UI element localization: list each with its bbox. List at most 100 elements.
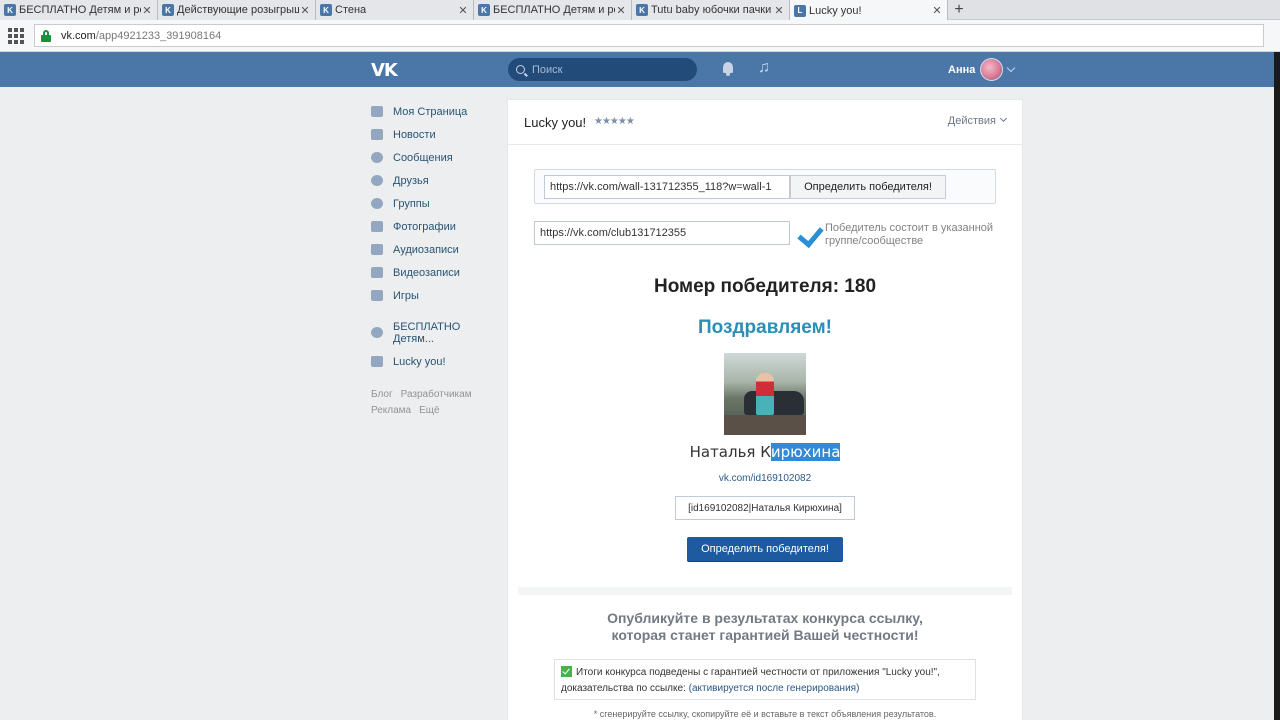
avatar[interactable]: [980, 58, 1003, 81]
menu-item-audio[interactable]: Аудиозаписи: [371, 238, 501, 261]
winner-photo[interactable]: [724, 353, 806, 435]
group-url-input[interactable]: https://vk.com/club131712355: [534, 221, 790, 245]
menu-item-photos[interactable]: Фотографии: [371, 215, 501, 238]
menu-item-label: БЕСПЛАТНО Детям...: [393, 320, 461, 345]
window-edge: [1274, 52, 1280, 720]
search-icon: [516, 65, 525, 74]
publish-line: Опубликуйте в результатах конкурса ссылк…: [607, 610, 923, 626]
winner-name-selected: ирюхина: [770, 443, 841, 461]
footer-link-blog[interactable]: Блог: [371, 389, 393, 400]
tab-title: Tutu baby юбочки пачки: [651, 4, 772, 16]
menu-item-games[interactable]: Игры: [371, 284, 501, 307]
vk-favicon-icon: K: [162, 4, 174, 16]
url-input[interactable]: vk.com/app4921233_391908164: [34, 24, 1264, 47]
winner-name-plain: Наталья К: [689, 443, 771, 461]
hint-text: * сгенерируйте ссылку, скопируйте её и в…: [593, 709, 937, 719]
post-url-input[interactable]: https://vk.com/wall-131712355_118?w=wall…: [544, 175, 790, 199]
section-divider: [518, 587, 1012, 595]
tab-close-icon[interactable]: ✕: [457, 4, 469, 17]
vk-favicon-icon: K: [4, 4, 16, 16]
menu-item-label: Фотографии: [393, 220, 456, 233]
checkmark-icon[interactable]: [798, 223, 822, 245]
app-grid-icon: [371, 356, 383, 367]
tab-title: Стена: [335, 4, 367, 16]
footer-link-more[interactable]: Ещё: [419, 405, 439, 416]
new-tab-button[interactable]: +: [948, 0, 970, 20]
groups-icon: [371, 198, 383, 209]
group-icon: [371, 327, 383, 338]
address-bar: vk.com/app4921233_391908164: [0, 20, 1280, 52]
winner-number: Номер победителя: 180: [653, 276, 877, 297]
left-menu: Моя Страница Новости Сообщения Друзья Гр…: [371, 100, 501, 419]
tab-close-icon[interactable]: ✕: [141, 4, 153, 17]
gamepad-icon: [371, 290, 383, 301]
congrats-heading: Поздравляем!: [698, 317, 832, 338]
app-card: Lucky you! ★★★★★ Действия https://vk.com…: [508, 100, 1022, 720]
music-note-icon: [371, 244, 383, 255]
tab-title: БЕСПЛАТНО Детям и род: [493, 4, 615, 16]
footer-link-ads[interactable]: Реклама: [371, 405, 411, 416]
app-title: Lucky you!: [524, 115, 587, 130]
menu-item-group[interactable]: БЕСПЛАТНО Детям...: [371, 320, 501, 345]
tab-title: Действующие розыгрыш: [177, 4, 299, 16]
browser-tab-bar: K БЕСПЛАТНО Детям и род ✕ K Действующие роз…: [0, 0, 1280, 21]
determine-winner-button[interactable]: Определить победителя!: [790, 175, 946, 199]
menu-item-my-page[interactable]: Моя Страница: [371, 100, 501, 123]
winner-profile-link[interactable]: vk.com/id169102082: [508, 473, 1022, 484]
browser-tab[interactable]: K Действующие розыгрыш ✕: [158, 0, 316, 20]
vk-favicon-icon: K: [636, 4, 648, 16]
menu-item-label: Моя Страница: [393, 105, 468, 118]
tab-close-icon[interactable]: ✕: [615, 4, 627, 17]
menu-item-label: Сообщения: [393, 151, 453, 164]
user-name[interactable]: Анна: [948, 64, 975, 76]
friends-icon: [371, 175, 383, 186]
menu-item-label: Новости: [393, 128, 436, 141]
vk-favicon-icon: K: [478, 4, 490, 16]
actions-menu-button[interactable]: Действия: [948, 115, 1006, 127]
menu-item-video[interactable]: Видеозаписи: [371, 261, 501, 284]
group-member-check-label[interactable]: Победитель состоит в указанной группе/со…: [825, 222, 995, 248]
url-host: vk.com: [61, 29, 96, 42]
menu-item-groups[interactable]: Группы: [371, 192, 501, 215]
publish-heading: Опубликуйте в результатах конкурса ссылк…: [508, 610, 1022, 644]
browser-tab[interactable]: K БЕСПЛАТНО Детям и род ✕: [474, 0, 632, 20]
news-icon: [371, 129, 383, 140]
tab-close-icon[interactable]: ✕: [931, 4, 943, 17]
menu-item-label: Lucky you!: [393, 355, 446, 368]
menu-item-app[interactable]: Lucky you!: [371, 350, 501, 373]
vk-logo[interactable]: VK: [371, 60, 398, 81]
search-input[interactable]: Поиск: [508, 58, 697, 81]
camera-icon: [371, 221, 383, 232]
browser-tab-active[interactable]: L Lucky you! ✕: [790, 0, 948, 21]
search-placeholder: Поиск: [532, 63, 563, 76]
green-check-icon: [561, 666, 572, 677]
vk-favicon-icon: K: [320, 4, 332, 16]
footer-link-developers[interactable]: Разработчикам: [401, 389, 472, 400]
menu-item-messages[interactable]: Сообщения: [371, 146, 501, 169]
publish-line: которая станет гарантией Вашей честности…: [611, 627, 919, 643]
result-text-box[interactable]: Итоги конкурса подведены с гарантией чес…: [554, 659, 976, 700]
tab-close-icon[interactable]: ✕: [773, 4, 785, 17]
winner-mention-field[interactable]: [id169102082|Наталья Кирюхина]: [675, 496, 855, 520]
messages-icon: [371, 152, 383, 163]
browser-tab[interactable]: K Tutu baby юбочки пачки ✕: [632, 0, 790, 20]
apps-grid-icon[interactable]: [8, 28, 24, 44]
lock-icon: [41, 29, 51, 42]
browser-tab[interactable]: K БЕСПЛАТНО Детям и род ✕: [0, 0, 158, 20]
menu-item-friends[interactable]: Друзья: [371, 169, 501, 192]
app-header: Lucky you! ★★★★★ Действия: [508, 100, 1022, 145]
vk-header: VK Поиск ♫ Анна: [0, 52, 1274, 87]
tab-close-icon[interactable]: ✕: [299, 4, 311, 17]
menu-item-news[interactable]: Новости: [371, 123, 501, 146]
notifications-bell-icon[interactable]: [722, 62, 734, 76]
result-proof-link[interactable]: (активируется после генерирования): [689, 683, 860, 694]
menu-item-label: Друзья: [393, 174, 429, 187]
determine-winner-main-button[interactable]: Определить победителя!: [687, 537, 843, 561]
browser-tab[interactable]: K Стена ✕: [316, 0, 474, 20]
menu-item-label: Группы: [393, 197, 430, 210]
music-icon[interactable]: ♫: [758, 59, 770, 77]
rating-stars-icon[interactable]: ★★★★★: [594, 116, 635, 127]
winner-name: Наталья Кирюхина: [508, 443, 1022, 461]
chevron-down-icon[interactable]: [1006, 63, 1016, 73]
menu-item-label: Видеозаписи: [393, 266, 460, 279]
